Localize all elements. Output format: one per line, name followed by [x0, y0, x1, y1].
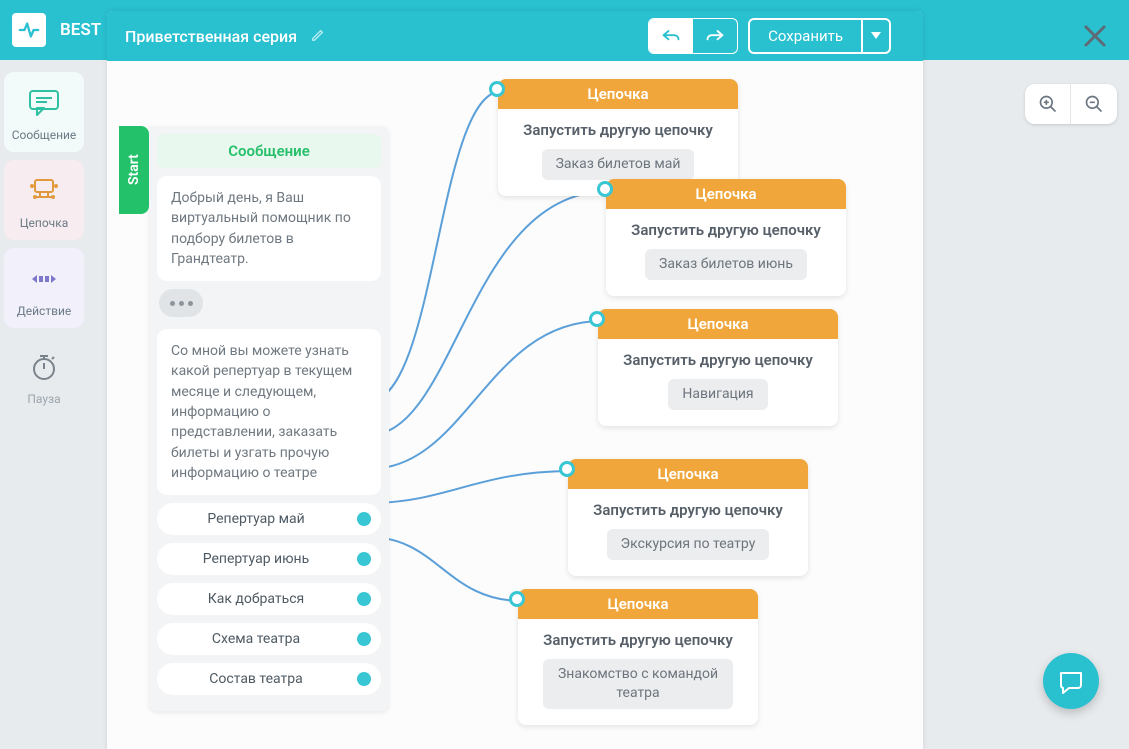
message-bubble: Со мной вы можете узнать какой репертуар…: [157, 329, 381, 495]
quick-reply-label: Схема театра: [212, 631, 300, 647]
input-port[interactable]: [509, 591, 525, 607]
quick-reply[interactable]: Репертуар июнь: [157, 543, 381, 575]
message-icon: [25, 84, 63, 122]
output-port[interactable]: [357, 672, 371, 686]
chain-node[interactable]: Цепочка Запустить другую цепочку Экскурс…: [568, 459, 808, 576]
flow-name[interactable]: Приветственная серия: [125, 27, 297, 46]
flow-canvas[interactable]: Start Сообщение Добрый день, я Ваш вирту…: [107, 61, 923, 749]
sidebar-item-label: Сообщение: [12, 128, 77, 142]
chain-node-title: Запустить другую цепочку: [612, 351, 824, 369]
chat-fab[interactable]: [1043, 653, 1099, 709]
message-bubble: Добрый день, я Ваш виртуальный помощник …: [157, 176, 381, 281]
chain-node[interactable]: Цепочка Запустить другую цепочку Заказ б…: [606, 179, 846, 296]
chain-node-title: Запустить другую цепочку: [582, 501, 794, 519]
quick-reply-label: Как добраться: [208, 591, 304, 607]
chain-node-header: Цепочка: [606, 179, 846, 209]
brand-logo: [12, 13, 46, 47]
sidebar-item-label: Пауза: [27, 392, 60, 406]
sidebar-item-message[interactable]: Сообщение: [4, 72, 84, 152]
quick-reply[interactable]: Схема театра: [157, 623, 381, 655]
quick-reply[interactable]: Как добраться: [157, 583, 381, 615]
start-node[interactable]: Start Сообщение Добрый день, я Ваш вирту…: [119, 126, 389, 711]
undo-redo-group: [648, 18, 738, 54]
flow-editor: Приветственная серия Сохранить: [107, 11, 923, 749]
editor-header: Приветственная серия Сохранить: [107, 11, 923, 61]
zoom-out-button[interactable]: [1071, 84, 1117, 124]
chain-node-header: Цепочка: [568, 459, 808, 489]
start-card: Сообщение Добрый день, я Ваш виртуальный…: [149, 126, 389, 711]
start-card-title: Сообщение: [157, 134, 381, 168]
chain-node-header: Цепочка: [518, 589, 758, 619]
chain-node-title: Запустить другую цепочку: [512, 121, 724, 139]
brand-name: BEST: [60, 20, 101, 40]
chain-node-target: Навигация: [668, 379, 767, 410]
input-port[interactable]: [489, 81, 505, 97]
quick-reply[interactable]: Состав театра: [157, 663, 381, 695]
output-port[interactable]: [357, 512, 371, 526]
sidebar-item-label: Цепочка: [20, 216, 68, 230]
output-port[interactable]: [357, 632, 371, 646]
action-icon: [25, 260, 63, 298]
chain-node[interactable]: Цепочка Запустить другую цепочку Знакомс…: [518, 589, 758, 725]
save-button[interactable]: Сохранить: [750, 20, 861, 52]
chain-icon: [25, 172, 63, 210]
redo-button[interactable]: [693, 19, 737, 53]
input-port[interactable]: [597, 181, 613, 197]
chain-node-target: Знакомство с командой театра: [543, 659, 733, 709]
chain-node-target: Заказ билетов май: [542, 149, 695, 180]
chain-node-title: Запустить другую цепочку: [532, 631, 744, 649]
output-port[interactable]: [357, 592, 371, 606]
save-dropdown[interactable]: [861, 20, 889, 52]
input-port[interactable]: [589, 311, 605, 327]
pencil-icon[interactable]: [311, 27, 325, 46]
sidebar-item-label: Действие: [17, 304, 72, 318]
sidebar-item-action[interactable]: Действие: [4, 248, 84, 328]
chain-node-target: Заказ билетов июнь: [645, 249, 807, 280]
zoom-in-button[interactable]: [1025, 84, 1071, 124]
input-port[interactable]: [559, 461, 575, 477]
chain-node-target: Экскурсия по театру: [607, 529, 770, 560]
start-tab: Start: [119, 126, 149, 214]
sidebar-item-pause[interactable]: Пауза: [4, 336, 84, 416]
close-button[interactable]: [1083, 24, 1107, 52]
sidebar: Сообщение Цепочка Действие Пауза: [0, 72, 88, 424]
chain-node-title: Запустить другую цепочку: [620, 221, 832, 239]
quick-reply-label: Репертуар май: [207, 511, 304, 527]
output-port[interactable]: [357, 552, 371, 566]
chain-node-header: Цепочка: [598, 309, 838, 339]
pause-icon: [25, 348, 63, 386]
save-button-group: Сохранить: [748, 18, 891, 54]
quick-reply-label: Состав театра: [209, 671, 302, 687]
zoom-controls: [1025, 84, 1117, 124]
typing-indicator: [159, 289, 203, 317]
sidebar-item-chain[interactable]: Цепочка: [4, 160, 84, 240]
chain-node[interactable]: Цепочка Запустить другую цепочку Навигац…: [598, 309, 838, 426]
quick-reply[interactable]: Репертуар май: [157, 503, 381, 535]
quick-reply-label: Репертуар июнь: [203, 551, 309, 567]
chain-node-header: Цепочка: [498, 79, 738, 109]
undo-button[interactable]: [649, 19, 693, 53]
